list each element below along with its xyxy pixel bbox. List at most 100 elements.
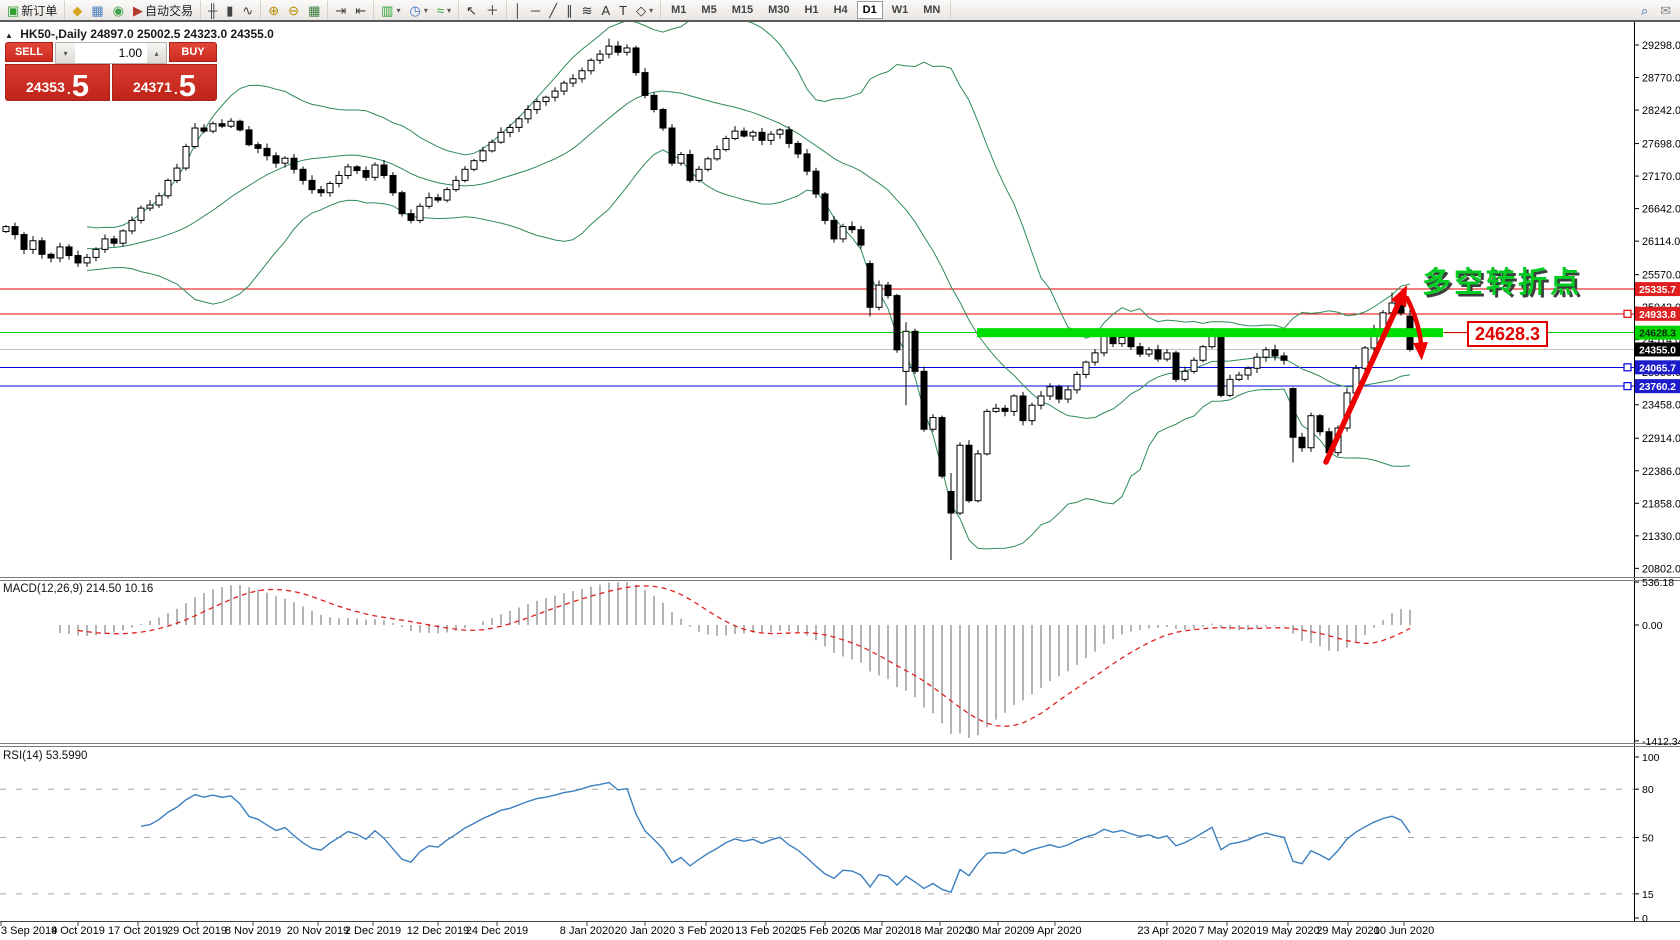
timeframe-m1[interactable]: M1 bbox=[665, 1, 692, 19]
toolbar-group-zoom: ⊕⊖ ▦ bbox=[261, 1, 328, 19]
timeframe-d1[interactable]: D1 bbox=[857, 1, 883, 19]
candlestick-chart-button[interactable]: ▮ bbox=[223, 1, 236, 20]
date-label: 2 Dec 2019 bbox=[345, 925, 401, 937]
autotrading-icon: ▶ bbox=[133, 2, 143, 19]
date-axis[interactable]: 3 Sep 20194 Oct 201917 Oct 201929 Oct 20… bbox=[1, 922, 1434, 937]
new-order-button-label: 新订单 bbox=[21, 2, 57, 19]
line-handle[interactable] bbox=[1624, 364, 1631, 371]
autotrading-button[interactable]: ▶自动交易 bbox=[130, 1, 196, 20]
crosshair-icon: ＋ bbox=[486, 2, 499, 19]
chart-header: ▲ HK50-,Daily 24897.0 25002.5 24323.0 24… bbox=[5, 27, 274, 41]
highlight-bar[interactable] bbox=[977, 328, 1443, 337]
line-chart-button[interactable]: ∿ bbox=[239, 1, 256, 20]
price-label-box[interactable]: 24628.3 bbox=[1468, 322, 1547, 346]
timeframe-m5[interactable]: M5 bbox=[695, 1, 722, 19]
line-chart-icon: ∿ bbox=[242, 2, 253, 19]
chart-annotations[interactable] bbox=[977, 328, 1468, 337]
volume-decrease-button[interactable]: ▾ bbox=[56, 43, 75, 63]
chevron-down-icon[interactable]: ▾ bbox=[396, 6, 400, 15]
crosshair-button[interactable]: ＋ bbox=[483, 1, 502, 20]
turning-point-text[interactable]: 多空转折点 bbox=[1422, 265, 1582, 299]
rsi-scale-label: 100 bbox=[1642, 752, 1660, 764]
sell-price-dot: . bbox=[67, 81, 71, 97]
one-click-trading-panel: SELL ▾ ▴ BUY 24353.5 24371.5 bbox=[5, 42, 217, 101]
buy-button[interactable]: BUY bbox=[169, 42, 217, 62]
line-handle[interactable] bbox=[1624, 383, 1631, 390]
navigator-button[interactable]: ◉ bbox=[110, 1, 127, 20]
volume-increase-button[interactable]: ▴ bbox=[147, 43, 166, 63]
trendline-icon: ╱ bbox=[549, 2, 557, 19]
timeframe-w1[interactable]: W1 bbox=[886, 1, 915, 19]
timeframe-h4[interactable]: H4 bbox=[828, 1, 854, 19]
date-label: 8 Nov 2019 bbox=[225, 925, 281, 937]
line-handle[interactable] bbox=[1624, 310, 1631, 317]
tile-windows-button[interactable]: ▦ bbox=[305, 1, 323, 20]
new-order-button[interactable]: ▣新订单 bbox=[4, 1, 60, 20]
axis-tick-label: 27170.0 bbox=[1642, 171, 1680, 183]
buy-price-button[interactable]: 24371.5 bbox=[112, 64, 217, 101]
sell-button[interactable]: SELL bbox=[5, 42, 53, 62]
chart-canvas[interactable]: 多空转折点多空转折点24628.329298.028770.028242.027… bbox=[0, 0, 1680, 940]
new-chart-icon: ▥ bbox=[381, 2, 393, 19]
chevron-down-icon[interactable]: ▾ bbox=[447, 6, 451, 15]
rsi-scale-label: 0 bbox=[1642, 913, 1648, 925]
new-chart-button[interactable]: ▥▾ bbox=[378, 1, 403, 20]
timeframe-m30[interactable]: M30 bbox=[762, 1, 795, 19]
price-badge-label: 25335.7 bbox=[1639, 285, 1676, 296]
trendline-button[interactable]: ╱ bbox=[546, 1, 560, 20]
sell-price-button[interactable]: 24353.5 bbox=[5, 64, 110, 101]
turning-point-annotation[interactable]: 多空转折点多空转折点 bbox=[1422, 265, 1585, 302]
equidistant-channel-button[interactable]: ∥ bbox=[563, 1, 576, 20]
axis-tick-label: 26642.0 bbox=[1642, 204, 1680, 216]
indicators-button[interactable]: ≈▾ bbox=[434, 1, 454, 20]
fibonacci-icon: ≋ bbox=[582, 2, 593, 19]
date-label: 30 Mar 2020 bbox=[967, 925, 1029, 937]
price-badge-label: 24355.0 bbox=[1639, 345, 1676, 356]
price-label-text[interactable]: 24628.3 bbox=[1475, 324, 1540, 344]
data-window-button[interactable]: ▦ bbox=[88, 1, 106, 20]
vertical-line-icon: │ bbox=[514, 2, 522, 19]
rsi-scale-label: 15 bbox=[1642, 889, 1654, 901]
period-button[interactable]: ◷▾ bbox=[406, 1, 430, 20]
text-button[interactable]: A bbox=[599, 1, 614, 20]
auto-scroll-button[interactable]: ⇥ bbox=[332, 1, 349, 20]
vertical-line-button[interactable]: │ bbox=[511, 1, 525, 20]
buy-price-dot: . bbox=[174, 81, 178, 97]
bar-chart-button[interactable]: ╫ bbox=[205, 1, 220, 20]
new-order-icon: ▣ bbox=[7, 2, 19, 19]
toolbar-group-cursor-tools: ↖＋ bbox=[459, 1, 507, 19]
text-label-button[interactable]: T bbox=[616, 1, 630, 20]
axis-tick-label: 28770.0 bbox=[1642, 73, 1680, 85]
timeframe-mn[interactable]: MN bbox=[917, 1, 946, 19]
chat-icon[interactable]: ✉ bbox=[1657, 1, 1674, 20]
timeframe-m15[interactable]: M15 bbox=[726, 1, 759, 19]
text-icon: A bbox=[602, 2, 611, 19]
timeframe-h1[interactable]: H1 bbox=[799, 1, 825, 19]
chevron-down-icon[interactable]: ▾ bbox=[424, 6, 428, 15]
toolbar-group-draw-tools: │ ─ ╱ ∥ ≋ AT◇▾ bbox=[507, 1, 661, 19]
chart-shift-button[interactable]: ⇤ bbox=[352, 1, 369, 20]
candlestick-chart-icon: ▮ bbox=[226, 2, 233, 19]
arrows-button[interactable]: ◇▾ bbox=[633, 1, 656, 20]
chevron-down-icon[interactable]: ▾ bbox=[649, 6, 653, 15]
cursor-icon: ↖ bbox=[466, 2, 477, 19]
collapse-panel-icon[interactable]: ▲ bbox=[5, 31, 13, 40]
search-icon[interactable]: ⌕ bbox=[1638, 1, 1651, 20]
price-badge-label: 24628.3 bbox=[1639, 329, 1676, 340]
sell-price-main: 24353 bbox=[26, 77, 65, 97]
zoom-in-button[interactable]: ⊕ bbox=[265, 1, 282, 20]
tile-windows-icon: ▦ bbox=[308, 2, 320, 19]
rsi-scale-label: 80 bbox=[1642, 784, 1654, 796]
cursor-button[interactable]: ↖ bbox=[463, 1, 480, 20]
zoom-out-button[interactable]: ⊖ bbox=[285, 1, 302, 20]
axis-tick-label: 25570.0 bbox=[1642, 270, 1680, 282]
macd-label: MACD(12,26,9) 214.50 10.16 bbox=[3, 583, 153, 595]
volume-input[interactable] bbox=[75, 43, 147, 63]
horizontal-line-icon: ─ bbox=[531, 2, 540, 19]
toolbar-group-charts-menu: ▥▾◷▾≈▾ bbox=[374, 1, 459, 19]
macd-scale-label: 0.00 bbox=[1642, 620, 1663, 632]
fibonacci-button[interactable]: ≋ bbox=[579, 1, 596, 20]
horizontal-line-button[interactable]: ─ bbox=[528, 1, 543, 20]
market-watch-icon: ◆ bbox=[72, 2, 82, 19]
market-watch-button[interactable]: ◆ bbox=[69, 1, 85, 20]
